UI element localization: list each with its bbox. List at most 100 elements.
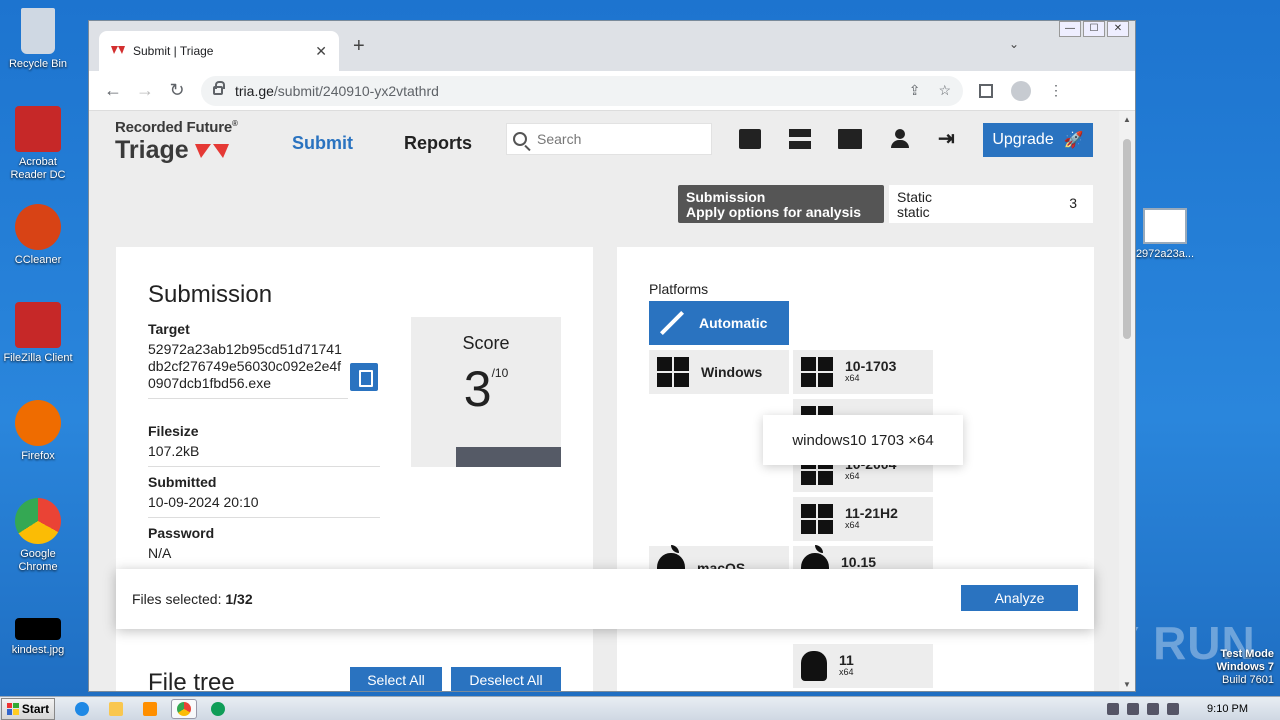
desktop-icon-firefox[interactable]: Firefox [0,400,76,463]
nav-submit[interactable]: Submit [292,133,353,154]
recycle-bin-icon [21,8,55,54]
target-label: Target [148,321,190,337]
power-icon[interactable] [1167,703,1180,715]
desktop-icon-label: 2972a23a... [1135,248,1195,260]
start-button[interactable]: Start [1,697,55,720]
test-mode-line1: Test Mode [1220,648,1274,660]
automatic-label: Automatic [699,315,768,331]
platform-android-11[interactable]: 11 x64 [793,644,933,688]
static-option-field[interactable]: Static static 3 [889,185,1093,223]
platform-win-10-1703[interactable]: 10-1703 x64 [793,350,933,394]
windows-logo-icon [801,504,833,534]
version-label: 10.15 [841,554,877,570]
network-icon[interactable] [1127,703,1140,715]
desktop-icon-ccleaner[interactable]: CCleaner [0,204,76,267]
triage-favicon-icon [111,46,125,56]
tab-search-chevron-down-icon[interactable]: ⌄ [1009,37,1019,51]
taskbar-explorer[interactable] [103,699,129,719]
reload-button[interactable]: ↻ [161,80,193,101]
files-selected-value: 1/32 [225,591,253,607]
chrome-icon [15,498,61,544]
docs-book-icon[interactable] [838,129,862,149]
desktop-icon-sample[interactable]: 2972a23a... [1130,208,1200,260]
new-tab-button[interactable]: + [353,35,365,58]
ccleaner-icon [15,204,61,250]
platform-windows[interactable]: Windows [649,350,789,394]
filezilla-icon [15,302,61,348]
account-icon[interactable] [891,129,909,149]
share-icon[interactable]: ⇪ [909,82,921,99]
files-selected-bar: Files selected: 1/32 Analyze [116,569,1094,629]
submission-options-label[interactable]: Submission Apply options for analysis [678,185,884,223]
action-center-icon[interactable] [1147,703,1160,715]
back-button[interactable]: ← [97,80,129,101]
desktop-icon-filezilla[interactable]: FileZilla Client [0,302,76,365]
search-icon [513,132,527,146]
chat-icon[interactable] [739,129,761,149]
close-window-button[interactable]: ✕ [1107,21,1129,37]
copy-clipboard-button[interactable] [350,363,378,391]
score-max: /10 [491,366,509,380]
server-icon[interactable] [789,129,811,149]
static-count: 3 [1069,195,1077,211]
taskbar: Start 9:10 PM [0,696,1280,720]
analyze-button[interactable]: Analyze [961,585,1078,611]
taskbar-edge[interactable] [205,699,231,719]
magic-wand-icon [659,310,685,336]
window-controls: — ☐ ✕ [1059,21,1129,37]
url-field[interactable]: tria.ge/submit/240910-yx2vtathrd ⇪ ☆ [201,75,963,106]
platform-win-11-21h2[interactable]: 11-21H2 x64 [793,497,933,541]
url-host: tria.ge [235,82,274,99]
desktop-icon-kindest[interactable]: kindest.jpg [0,618,76,657]
score-bar [456,447,561,467]
side-panel-icon[interactable] [979,83,993,98]
files-selected-text: Files selected: 1/32 [132,591,253,607]
desktop-icon-recycle-bin[interactable]: Recycle Bin [0,8,76,71]
version-label: 10-1703 [845,358,897,374]
submission-title: Submission [148,281,273,308]
bookmark-star-icon[interactable]: ☆ [938,82,951,99]
chrome-icon [177,701,191,716]
desktop-icon-label: Google Chrome [18,548,58,573]
scroll-down-arrow-icon[interactable]: ▼ [1123,680,1131,689]
options-label-line1: Submission [686,189,766,205]
desktop-icon-label: CCleaner [14,254,62,266]
scroll-up-arrow-icon[interactable]: ▲ [1123,115,1131,124]
submitted-label: Submitted [148,474,217,490]
select-all-button[interactable]: Select All [350,667,442,691]
tab-submit-triage[interactable]: Submit | Triage ✕ [99,31,339,71]
volume-icon[interactable] [1107,703,1120,715]
maximize-button[interactable]: ☐ [1083,21,1105,37]
static-line2: static [897,204,930,220]
desktop-icon-label: kindest.jpg [11,644,65,656]
tab-close-icon[interactable]: ✕ [315,43,327,60]
profile-avatar[interactable] [1011,80,1031,101]
logo-line2: Triage [115,136,189,164]
deselect-all-button[interactable]: Deselect All [451,667,561,691]
scrollbar-thumb[interactable] [1123,139,1131,339]
taskbar-chrome[interactable] [171,698,197,719]
platform-automatic[interactable]: Automatic [649,301,789,345]
options-label-line2: Apply options for analysis [686,204,862,220]
nav-reports[interactable]: Reports [404,133,472,154]
browser-window: Submit | Triage ✕ + ⌄ — ☐ ✕ ← → ↻ tria.g… [88,20,1136,692]
test-mode-notice: Test Mode Windows 7 Build 7601 [1217,648,1274,687]
lock-icon[interactable] [213,81,225,95]
logout-icon[interactable]: ⇥ [938,129,960,149]
submitted-value: 10-09-2024 20:10 [148,494,259,510]
desktop-icon-acrobat[interactable]: Acrobat Reader DC [0,106,76,182]
filesize-label: Filesize [148,423,199,439]
edge-icon [211,701,225,716]
start-label: Start [21,701,50,716]
minimize-button[interactable]: — [1059,21,1081,37]
recorded-future-triage-logo[interactable]: Recorded Future® Triage [115,119,238,165]
forward-button[interactable]: → [129,80,161,101]
taskbar-ie[interactable] [69,699,95,719]
clock[interactable]: 9:10 PM [1207,703,1248,715]
taskbar-media-player[interactable] [137,699,163,719]
search-input[interactable]: Search [506,123,712,155]
browser-menu-icon[interactable]: ⋮ [1049,82,1063,99]
desktop-icon-chrome[interactable]: Google Chrome [0,498,76,574]
page-scrollbar[interactable]: ▲ ▼ [1119,111,1135,691]
upgrade-button[interactable]: Upgrade 🚀 [983,123,1093,157]
